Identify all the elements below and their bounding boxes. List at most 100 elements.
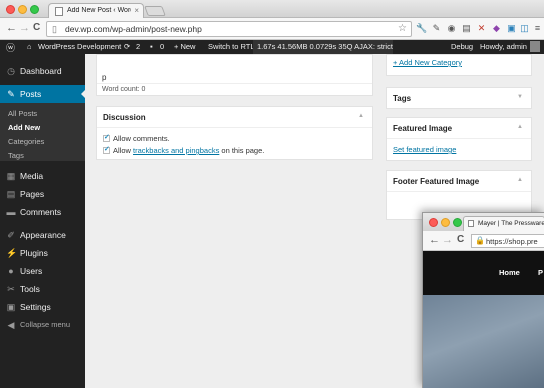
chrome-menu-icon[interactable]: ≡ — [532, 23, 543, 34]
back-button[interactable]: ← — [429, 234, 440, 246]
extension-stack-icon[interactable]: ▤ — [461, 23, 472, 34]
menu-label: Posts — [20, 89, 42, 99]
new-content-link[interactable]: + New — [174, 42, 195, 51]
menu-appearance[interactable]: ✐ Appearance — [0, 226, 85, 244]
menu-users[interactable]: ● Users — [0, 262, 85, 280]
collapse-arrow-icon[interactable]: ▲ — [517, 124, 523, 130]
page-icon — [55, 7, 63, 16]
extension-diamond-icon[interactable]: ◆ — [491, 23, 502, 34]
popup-titlebar: Mayer | The Pressware — [423, 213, 544, 231]
menu-label: Dashboard — [20, 66, 62, 76]
avatar[interactable] — [530, 41, 540, 52]
tags-title: Tags — [393, 94, 412, 103]
comments-icon[interactable]: ▪ — [150, 42, 153, 51]
second-browser-window[interactable]: Mayer | The Pressware ← → C 🔒 https://sh… — [422, 212, 544, 388]
zoom-window-button[interactable] — [30, 5, 39, 14]
extension-window-icon[interactable]: ◫ — [519, 23, 530, 34]
menu-settings[interactable]: ▣ Settings — [0, 298, 85, 316]
collapse-arrow-icon[interactable]: ▲ — [358, 113, 364, 119]
close-window-button[interactable] — [429, 218, 438, 227]
collapse-arrow-icon[interactable]: ▲ — [517, 177, 523, 183]
menu-comments[interactable]: ▬ Comments — [0, 203, 85, 221]
minimize-window-button[interactable] — [441, 218, 450, 227]
browser-tab[interactable]: Add New Post ‹ WordPress × — [48, 3, 144, 19]
divider — [97, 127, 372, 128]
updates-icon[interactable]: ⟳ — [124, 42, 130, 51]
featured-image-title: Featured Image — [393, 124, 453, 133]
pin-icon: ✎ — [7, 89, 15, 99]
allow-comments-label: Allow comments. — [113, 134, 170, 143]
howdy-account-link[interactable]: Howdy, admin — [480, 42, 527, 51]
switch-rtl-link[interactable]: Switch to RTL — [208, 42, 255, 51]
zoom-window-button[interactable] — [453, 218, 462, 227]
menu-media[interactable]: ▦ Media — [0, 167, 85, 185]
back-button[interactable]: ← — [6, 22, 17, 34]
minimize-window-button[interactable] — [18, 5, 27, 14]
performance-stats[interactable]: 1.67s 41.56MB 0.0729s 35Q AJAX: strict — [253, 40, 393, 54]
extension-shield-icon[interactable]: ◉ — [446, 23, 457, 34]
expand-arrow-icon[interactable]: ▼ — [517, 94, 523, 100]
menu-dashboard[interactable]: ◷ Dashboard — [0, 62, 85, 80]
menu-label: Media — [20, 171, 44, 181]
page-icon — [468, 220, 474, 227]
reload-button[interactable]: C — [457, 234, 464, 246]
address-bar[interactable]: ▯ dev.wp.com/wp-admin/post-new.php ☆ — [46, 21, 412, 37]
allow-trackbacks-checkbox[interactable] — [103, 145, 110, 154]
menu-pages[interactable]: ▤ Pages — [0, 185, 85, 203]
page-info-icon[interactable]: ▯ — [52, 24, 57, 35]
menu-label: Users — [20, 266, 43, 276]
discussion-box: Discussion ▲ Allow comments. Allow track… — [96, 106, 373, 160]
popup-tab-title: Mayer | The Pressware — [478, 220, 544, 227]
label-prefix: Allow — [113, 146, 134, 155]
close-tab-icon[interactable]: × — [134, 6, 139, 15]
editor-path: p — [102, 73, 107, 82]
reload-button[interactable]: C — [33, 22, 40, 34]
divider — [387, 138, 531, 139]
extension-box-icon[interactable]: ▣ — [506, 23, 517, 34]
submenu-add-new[interactable]: Add New — [8, 123, 40, 132]
categories-box-bottom: + Add New Category — [386, 54, 532, 76]
extension-x-icon[interactable]: ✕ — [476, 23, 487, 34]
nav-home-link[interactable]: Home — [499, 268, 520, 277]
comments-icon: ▬ — [6, 207, 16, 217]
submenu-categories[interactable]: Categories — [8, 137, 44, 146]
forward-button[interactable]: → — [442, 234, 453, 246]
wp-admin-bar: ⓦ ⌂ WordPress Development ⟳ 2 ▪ 0 + New … — [0, 40, 544, 54]
featured-image-box: Featured Image ▲ Set featured image — [386, 117, 532, 161]
site-name-link[interactable]: WordPress Development — [38, 42, 121, 51]
active-indicator — [81, 90, 85, 98]
debug-link[interactable]: Debug — [451, 42, 473, 51]
add-new-category-link[interactable]: + Add New Category — [393, 58, 462, 67]
wrench-icon: ✂ — [7, 284, 15, 294]
wordpress-logo-icon[interactable]: ⓦ — [6, 41, 15, 54]
popup-address-bar[interactable]: 🔒 https://shop.pre — [471, 234, 544, 248]
close-window-button[interactable] — [6, 5, 15, 14]
menu-tools[interactable]: ✂ Tools — [0, 280, 85, 298]
posts-submenu: All Posts Add New Categories Tags — [0, 103, 85, 161]
trackbacks-link[interactable]: trackbacks and pingbacks — [133, 146, 219, 155]
menu-posts[interactable]: ✎ Posts — [0, 85, 85, 103]
popup-url: https://shop.pre — [486, 237, 538, 246]
extension-pen-icon[interactable]: ✎ — [431, 23, 442, 34]
divider — [387, 191, 531, 192]
url-text: dev.wp.com/wp-admin/post-new.php — [65, 24, 202, 34]
tab-title: Add New Post ‹ WordPress — [67, 7, 131, 14]
tags-box: Tags ▼ — [386, 87, 532, 109]
submenu-all-posts[interactable]: All Posts — [8, 109, 37, 118]
menu-collapse[interactable]: ◀ Collapse menu — [0, 316, 85, 334]
extension-wrench-icon[interactable]: 🔧 — [416, 23, 427, 34]
popup-tab[interactable]: Mayer | The Pressware — [463, 216, 544, 231]
new-tab-button[interactable] — [144, 6, 166, 16]
comments-count[interactable]: 0 — [160, 42, 164, 51]
menu-label: Plugins — [20, 248, 48, 258]
performance-text: 1.67s 41.56MB 0.0729s 35Q AJAX: strict — [257, 42, 393, 51]
menu-plugins[interactable]: ⚡ Plugins — [0, 244, 85, 262]
set-featured-image-link[interactable]: Set featured image — [393, 145, 456, 154]
allow-comments-checkbox[interactable] — [103, 133, 110, 142]
nav-next-link[interactable]: P — [538, 268, 543, 277]
updates-count[interactable]: 2 — [136, 42, 140, 51]
hero-image — [423, 295, 544, 388]
submenu-tags[interactable]: Tags — [8, 151, 24, 160]
bookmark-star-icon[interactable]: ☆ — [398, 23, 407, 34]
forward-button[interactable]: → — [19, 22, 30, 34]
